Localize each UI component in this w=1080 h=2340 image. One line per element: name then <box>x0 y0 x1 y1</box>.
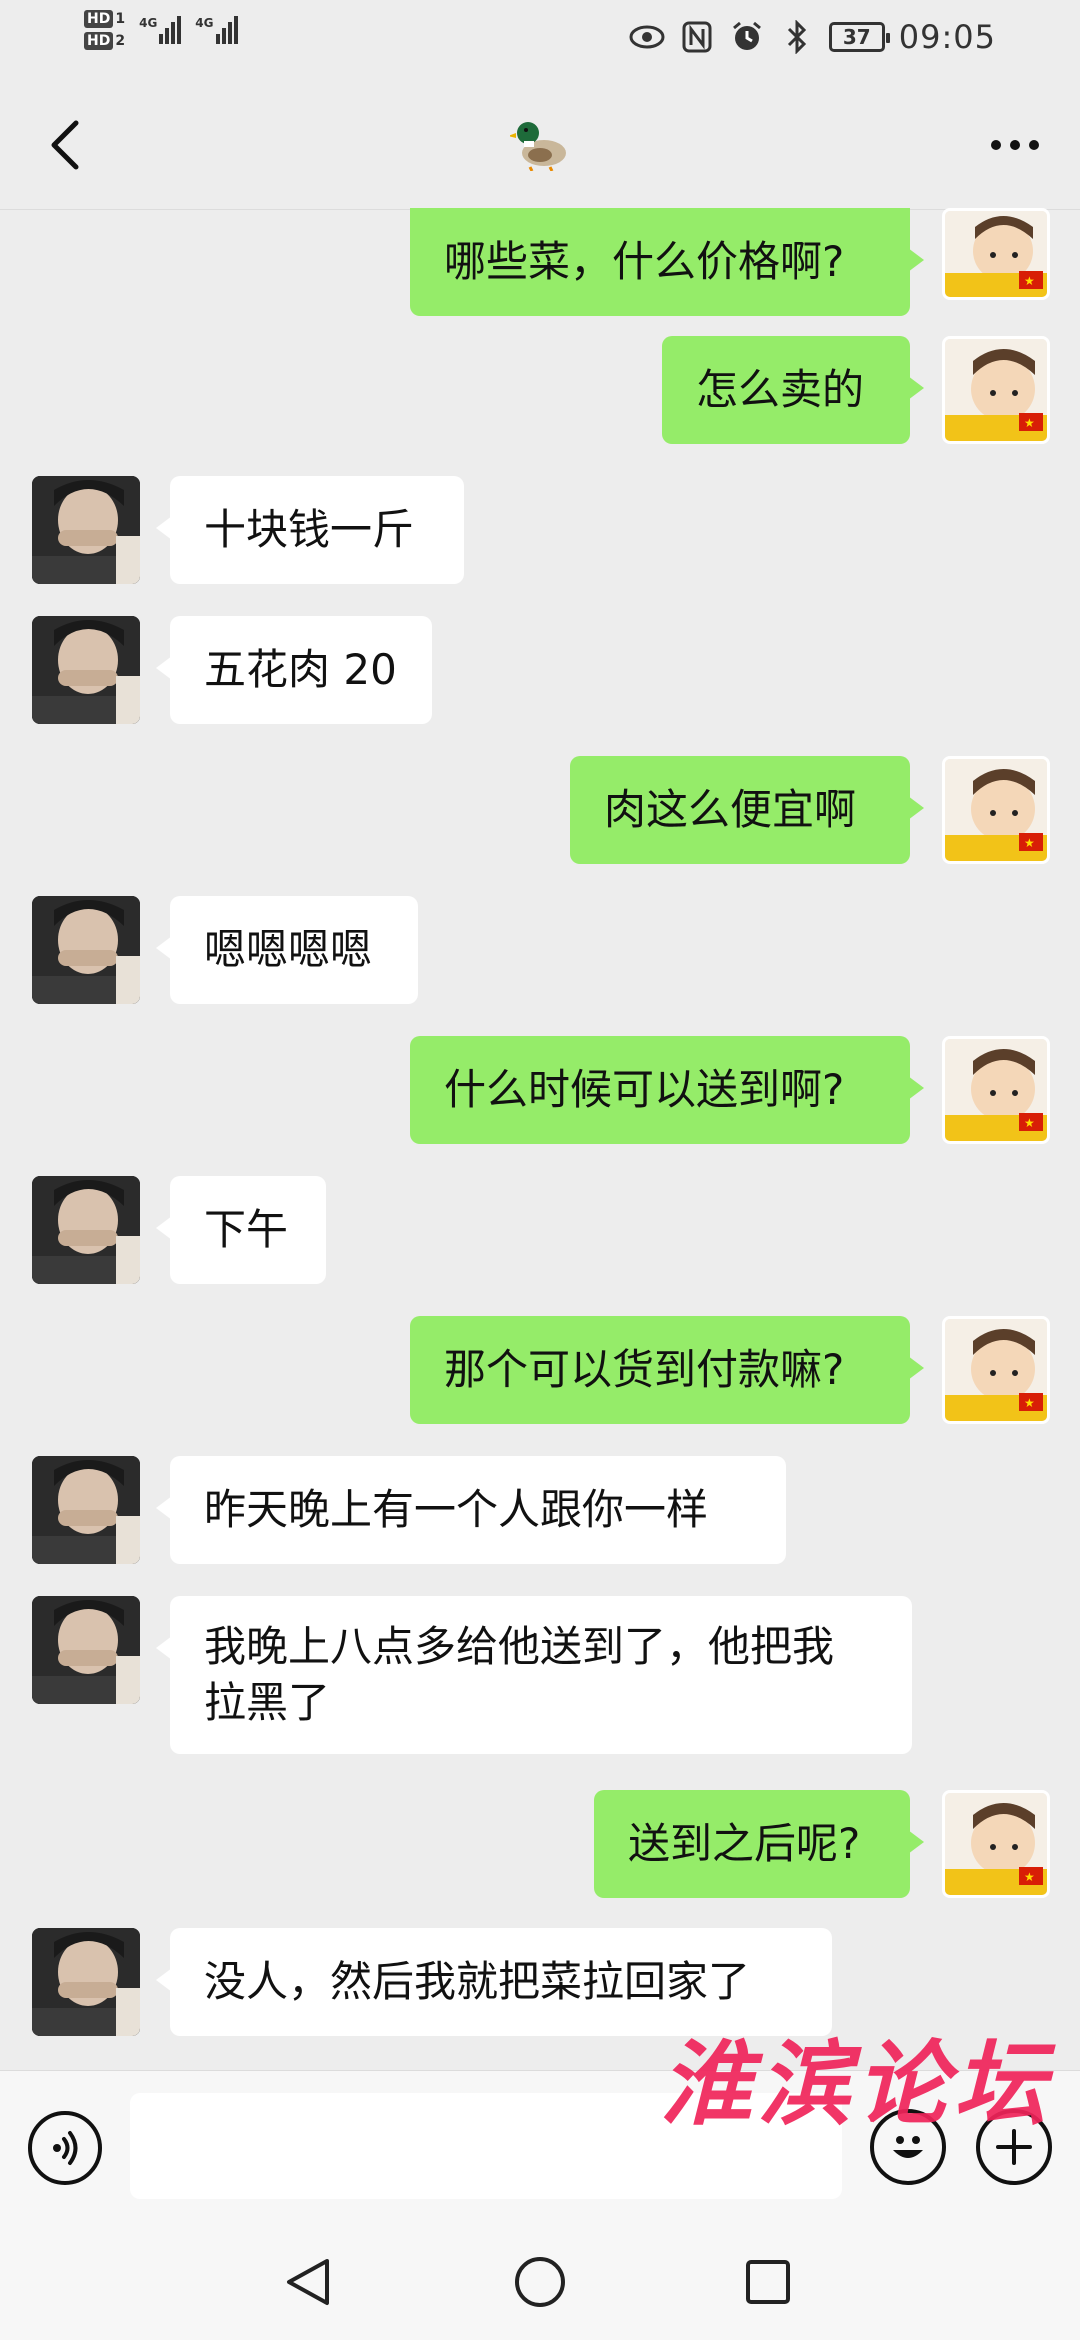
contact-avatar[interactable] <box>32 476 140 584</box>
signal-sim1-icon: 4G <box>139 16 182 44</box>
hd1-number: 1 <box>115 11 126 27</box>
my-avatar[interactable]: ★ <box>942 1036 1050 1144</box>
contact-avatar[interactable] <box>32 1596 140 1704</box>
message-bubble-mine[interactable]: 哪些菜，什么价格啊? <box>410 208 924 316</box>
back-triangle-icon[interactable] <box>278 2252 338 2312</box>
duck-icon <box>490 108 590 178</box>
battery-icon: 37 <box>828 22 890 52</box>
message-text: 十块钱一斤 <box>204 505 415 554</box>
message-text: 没人，然后我就把菜拉回家了 <box>204 1957 751 2006</box>
eye-icon <box>629 19 665 55</box>
message-text-line2: 拉黑了 <box>204 1678 331 1727</box>
system-navigation-bar <box>0 2220 1080 2340</box>
contact-avatar[interactable] <box>32 1176 140 1284</box>
message-text: 什么时候可以送到啊? <box>444 1065 845 1114</box>
my-avatar[interactable]: ★ <box>942 1790 1050 1898</box>
contact-avatar[interactable] <box>32 616 140 724</box>
chat-header <box>0 80 1080 210</box>
signal-sim2-icon: 4G <box>195 16 238 44</box>
message-bubble-mine[interactable]: 怎么卖的 <box>662 336 924 444</box>
chat-screen: HD 1 HD 2 4G 4G 37 09:05 ★ 哪些菜，什么价格啊? ★ … <box>0 0 1080 2340</box>
message-bubble-theirs[interactable]: 我晚上八点多给他送到了，他把我 拉黑了 <box>156 1596 912 1754</box>
message-text: 五花肉 20 <box>204 645 397 694</box>
network-type-1: 4G <box>139 16 158 30</box>
voice-icon[interactable] <box>28 2111 102 2185</box>
message-bubble-mine[interactable]: 什么时候可以送到啊? <box>410 1036 924 1144</box>
my-avatar[interactable]: ★ <box>942 336 1050 444</box>
message-text: 昨天晚上有一个人跟你一样 <box>204 1485 709 1534</box>
message-bubble-theirs[interactable]: 五花肉 20 <box>156 616 432 724</box>
svg-text:★: ★ <box>1024 416 1035 430</box>
message-text: 送到之后呢? <box>628 1819 861 1868</box>
hd2-row: HD 2 <box>84 32 125 50</box>
my-avatar[interactable]: ★ <box>942 208 1050 300</box>
message-text: 下午 <box>204 1205 289 1254</box>
message-text: 哪些菜，什么价格啊? <box>444 237 845 286</box>
alarm-icon <box>729 19 765 55</box>
message-text: 嗯嗯嗯嗯 <box>204 925 373 974</box>
clock: 09:05 <box>898 18 996 56</box>
network-type-2: 4G <box>195 16 214 30</box>
battery-level: 37 <box>842 25 871 49</box>
hd2-badge: HD <box>84 32 114 50</box>
more-dots-icon[interactable] <box>980 110 1050 180</box>
svg-text:★: ★ <box>1024 274 1035 288</box>
status-right: 37 09:05 <box>629 18 996 56</box>
svg-text:★: ★ <box>1024 1396 1035 1410</box>
bluetooth-icon <box>779 19 815 55</box>
message-text: 那个可以货到付款嘛? <box>444 1345 845 1394</box>
hd2-number: 2 <box>115 33 126 49</box>
back-chevron-icon[interactable] <box>30 110 100 180</box>
message-bubble-theirs[interactable]: 十块钱一斤 <box>156 476 464 584</box>
my-avatar[interactable]: ★ <box>942 756 1050 864</box>
nfc-icon <box>679 19 715 55</box>
message-text: 怎么卖的 <box>696 365 865 414</box>
svg-text:★: ★ <box>1024 836 1035 850</box>
recents-square-icon[interactable] <box>738 2252 798 2312</box>
message-bubble-theirs[interactable]: 下午 <box>156 1176 326 1284</box>
contact-avatar[interactable] <box>32 1456 140 1564</box>
svg-text:★: ★ <box>1024 1870 1035 1884</box>
status-bar: HD 1 HD 2 4G 4G 37 09:05 <box>0 0 1080 80</box>
message-bubble-mine[interactable]: 那个可以货到付款嘛? <box>410 1316 924 1424</box>
status-left: HD 1 HD 2 4G 4G <box>84 10 238 50</box>
contact-avatar[interactable] <box>32 1928 140 2036</box>
message-bubble-mine[interactable]: 肉这么便宜啊 <box>570 756 924 864</box>
message-bubble-mine[interactable]: 送到之后呢? <box>594 1790 924 1898</box>
hd1-badge: HD <box>84 10 114 28</box>
contact-avatar[interactable] <box>32 896 140 1004</box>
message-bubble-theirs[interactable]: 嗯嗯嗯嗯 <box>156 896 418 1004</box>
watermark: 淮滨论坛 <box>660 2030 1053 2138</box>
hd1-row: HD 1 <box>84 10 125 28</box>
message-bubble-theirs[interactable]: 昨天晚上有一个人跟你一样 <box>156 1456 786 1564</box>
home-circle-icon[interactable] <box>510 2252 570 2312</box>
hd-indicators: HD 1 HD 2 <box>84 10 125 50</box>
message-text: 肉这么便宜啊 <box>604 785 857 834</box>
message-text-line1: 我晚上八点多给他送到了，他把我 <box>204 1622 835 1671</box>
my-avatar[interactable]: ★ <box>942 1316 1050 1424</box>
svg-text:★: ★ <box>1024 1116 1035 1130</box>
